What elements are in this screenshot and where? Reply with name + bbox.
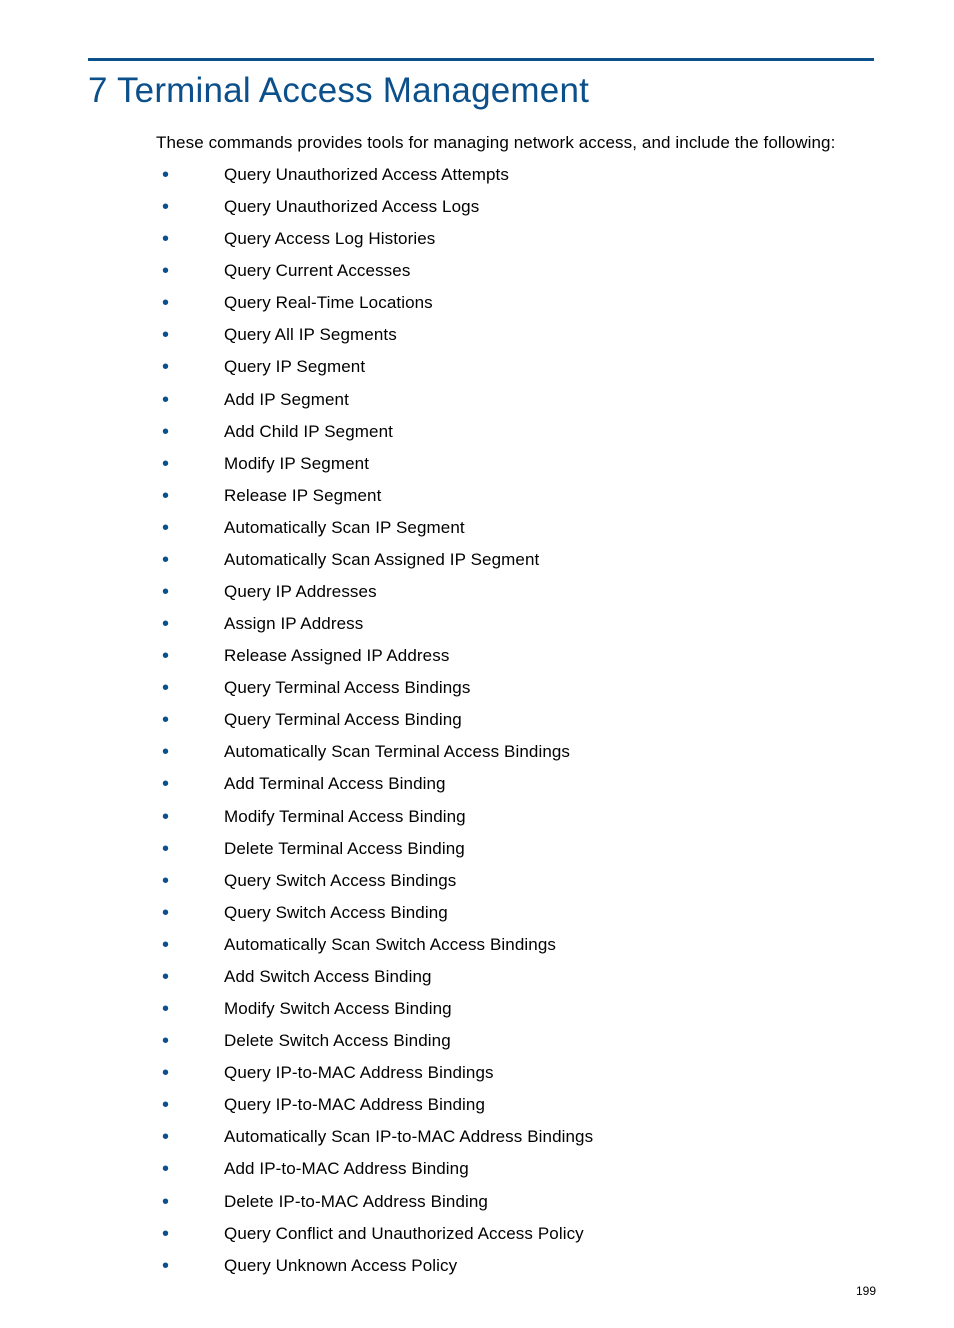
- list-item: Query Terminal Access Bindings: [156, 678, 874, 698]
- list-item: Add Terminal Access Binding: [156, 774, 874, 794]
- list-item: Query Conflict and Unauthorized Access P…: [156, 1224, 874, 1244]
- list-item: Automatically Scan IP Segment: [156, 518, 874, 538]
- list-item: Query Switch Access Binding: [156, 903, 874, 923]
- list-item: Release Assigned IP Address: [156, 646, 874, 666]
- list-item: Query Terminal Access Binding: [156, 710, 874, 730]
- list-item: Query Real-Time Locations: [156, 293, 874, 313]
- page: 7 Terminal Access Management These comma…: [0, 0, 954, 1328]
- list-item: Automatically Scan Switch Access Binding…: [156, 935, 874, 955]
- list-item: Query IP Segment: [156, 357, 874, 377]
- page-title: 7 Terminal Access Management: [88, 71, 874, 111]
- list-item: Delete Terminal Access Binding: [156, 839, 874, 859]
- list-item: Query IP Addresses: [156, 582, 874, 602]
- list-item: Add IP-to-MAC Address Binding: [156, 1159, 874, 1179]
- list-item: Delete IP-to-MAC Address Binding: [156, 1192, 874, 1212]
- list-item: Query Unauthorized Access Attempts: [156, 165, 874, 185]
- list-item: Query Access Log Histories: [156, 229, 874, 249]
- list-item: Delete Switch Access Binding: [156, 1031, 874, 1051]
- list-item: Automatically Scan Terminal Access Bindi…: [156, 742, 874, 762]
- list-item: Modify Terminal Access Binding: [156, 807, 874, 827]
- list-item: Modify Switch Access Binding: [156, 999, 874, 1019]
- list-item: Query IP-to-MAC Address Binding: [156, 1095, 874, 1115]
- list-item: Add IP Segment: [156, 390, 874, 410]
- list-item: Add Child IP Segment: [156, 422, 874, 442]
- list-item: Query Unauthorized Access Logs: [156, 197, 874, 217]
- list-item: Assign IP Address: [156, 614, 874, 634]
- list-item: Query Current Accesses: [156, 261, 874, 281]
- list-item: Query All IP Segments: [156, 325, 874, 345]
- list-item: Automatically Scan Assigned IP Segment: [156, 550, 874, 570]
- command-list: Query Unauthorized Access Attempts Query …: [156, 165, 874, 1276]
- list-item: Release IP Segment: [156, 486, 874, 506]
- top-rule: [88, 58, 874, 61]
- list-item: Query Switch Access Bindings: [156, 871, 874, 891]
- list-item: Automatically Scan IP-to-MAC Address Bin…: [156, 1127, 874, 1147]
- list-item: Add Switch Access Binding: [156, 967, 874, 987]
- list-item: Query Unknown Access Policy: [156, 1256, 874, 1276]
- list-item: Modify IP Segment: [156, 454, 874, 474]
- intro-text: These commands provides tools for managi…: [156, 133, 874, 153]
- page-number: 199: [856, 1284, 876, 1298]
- list-item: Query IP-to-MAC Address Bindings: [156, 1063, 874, 1083]
